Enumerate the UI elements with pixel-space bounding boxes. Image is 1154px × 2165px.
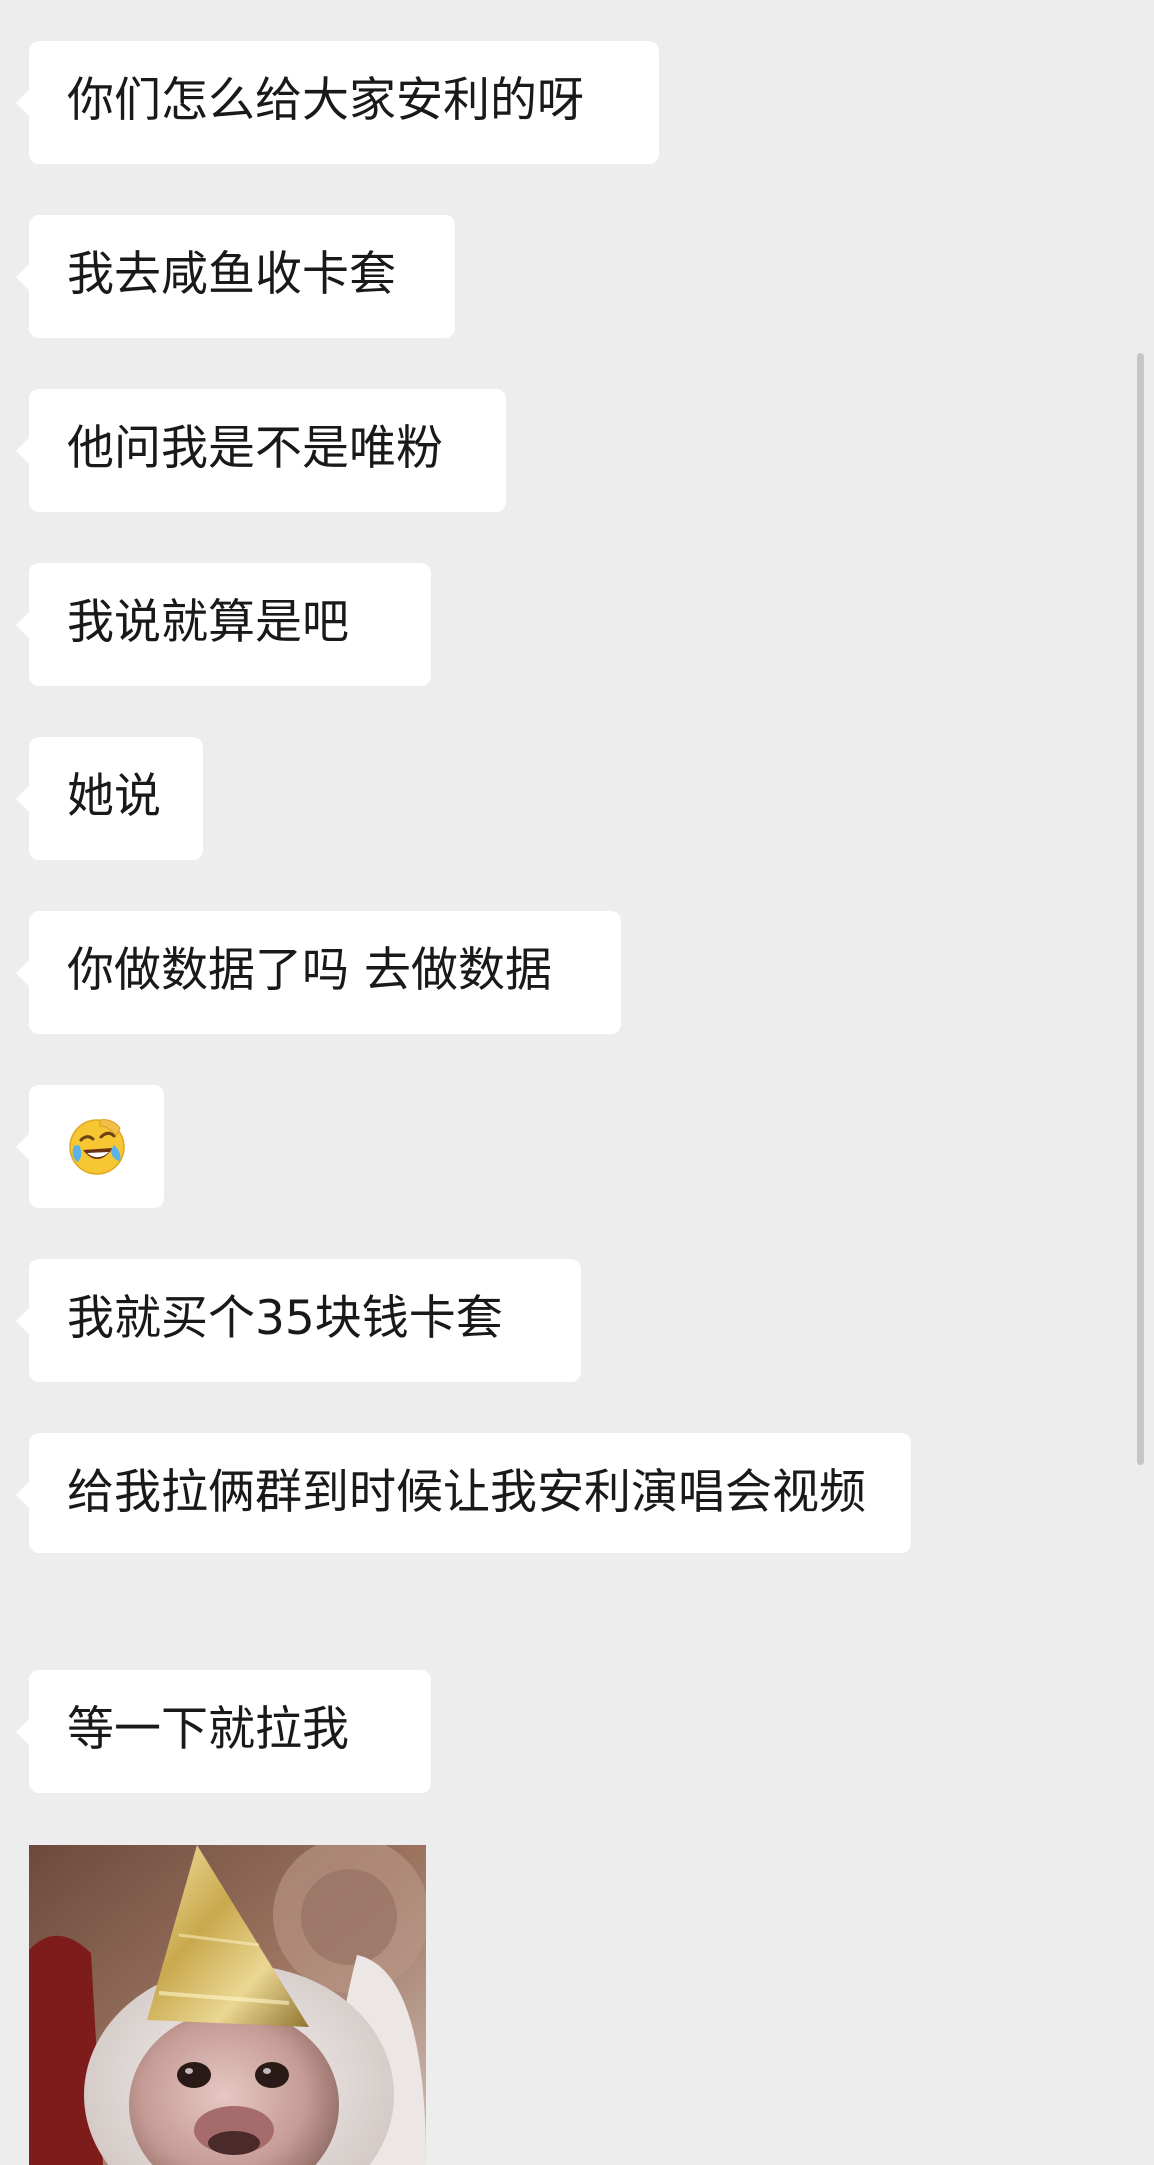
message-text: 我说就算是吧 bbox=[67, 595, 349, 650]
message-row: 我就买个35块钱卡套 bbox=[16, 1259, 581, 1382]
message-text: 他问我是不是唯粉 bbox=[67, 421, 443, 476]
message-bubble[interactable]: 她说 bbox=[16, 737, 203, 860]
message-row: 给我拉俩群到时候让我安利演唱会视频 bbox=[16, 1433, 911, 1553]
message-text: 我去咸鱼收卡套 bbox=[67, 247, 396, 302]
message-row bbox=[16, 1085, 164, 1208]
face-with-tears-of-joy-icon bbox=[69, 1119, 125, 1175]
message-bubble[interactable]: 等一下就拉我 bbox=[16, 1670, 431, 1793]
message-bubble[interactable]: 他问我是不是唯粉 bbox=[16, 389, 506, 512]
message-bubble[interactable]: 我说就算是吧 bbox=[16, 563, 431, 686]
message-bubble[interactable]: 我去咸鱼收卡套 bbox=[16, 215, 455, 338]
message-bubble[interactable]: 给我拉俩群到时候让我安利演唱会视频 bbox=[16, 1433, 911, 1553]
message-text: 等一下就拉我 bbox=[67, 1702, 349, 1757]
message-row: 你做数据了吗 去做数据 bbox=[16, 911, 621, 1034]
scrollbar[interactable] bbox=[1137, 353, 1144, 1465]
message-text: 我就买个35块钱卡套 bbox=[67, 1291, 503, 1346]
message-bubble[interactable]: 我就买个35块钱卡套 bbox=[16, 1259, 581, 1382]
message-row: 等一下就拉我 bbox=[16, 1670, 431, 1793]
message-row: 她说 bbox=[16, 737, 203, 860]
message-row: 我说就算是吧 bbox=[16, 563, 431, 686]
monkey-with-party-hat-icon bbox=[29, 1845, 426, 2165]
message-row: 他问我是不是唯粉 bbox=[16, 389, 506, 512]
chat-message-list[interactable]: 你们怎么给大家安利的呀 我去咸鱼收卡套 他问我是不是唯粉 我说就算是吧 她说 你… bbox=[0, 0, 1154, 2165]
message-text: 你做数据了吗 去做数据 bbox=[67, 943, 552, 998]
message-text: 你们怎么给大家安利的呀 bbox=[67, 73, 584, 128]
message-bubble[interactable]: 你做数据了吗 去做数据 bbox=[16, 911, 621, 1034]
message-text: 给我拉俩群到时候让我安利演唱会视频 bbox=[67, 1465, 866, 1520]
message-text: 她说 bbox=[67, 769, 161, 824]
message-row: 我去咸鱼收卡套 bbox=[16, 215, 455, 338]
message-bubble[interactable] bbox=[16, 1085, 164, 1208]
message-bubble[interactable]: 你们怎么给大家安利的呀 bbox=[16, 41, 659, 164]
sticker-image[interactable] bbox=[29, 1845, 426, 2165]
message-row: 你们怎么给大家安利的呀 bbox=[16, 41, 659, 164]
